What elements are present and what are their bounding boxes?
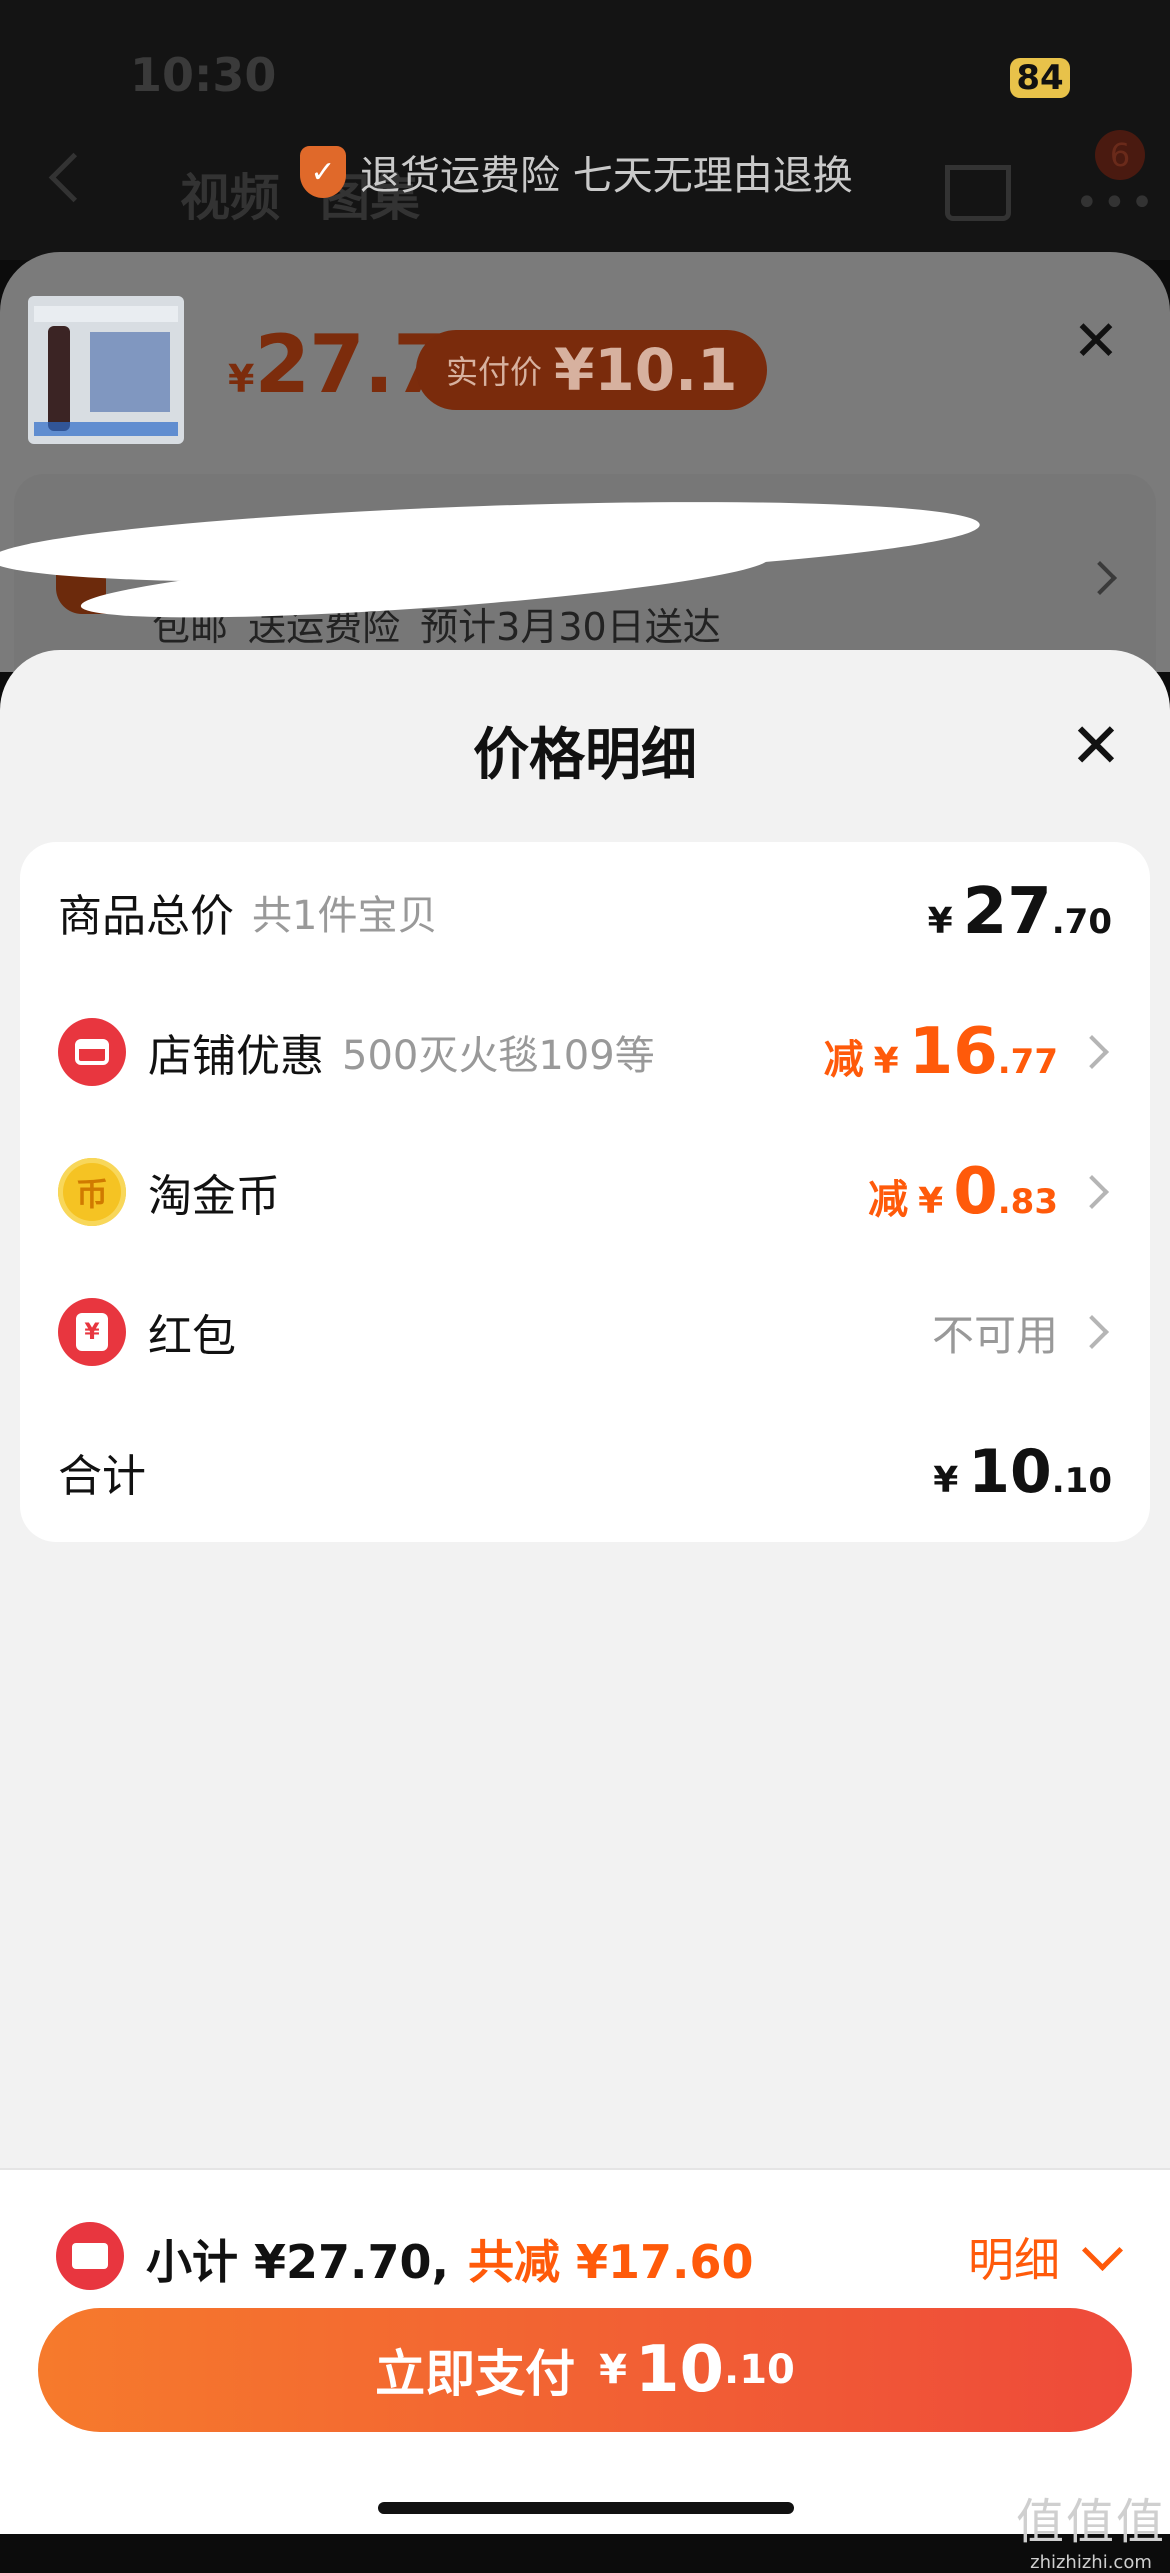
- close-icon[interactable]: ✕: [1066, 715, 1126, 777]
- pay-button-currency: ¥: [599, 2347, 627, 2393]
- red-packet-status: 不可用: [931, 1310, 1058, 1360]
- actual-pay-value: ¥10.1: [554, 336, 738, 404]
- thumbnail-footer: [34, 422, 178, 436]
- amount-decimal: .70: [1051, 902, 1112, 942]
- watermark-url: zhizhizhi.com: [1030, 2552, 1152, 2573]
- battery-indicator: 84: [1010, 58, 1070, 98]
- detail-link-label: 明细: [968, 2233, 1060, 2287]
- row-total-goods: 商品总价 共1件宝贝 ¥27.70: [20, 842, 1150, 982]
- pay-button-decimal: .10: [724, 2347, 795, 2393]
- pay-button-label: 立即支付: [375, 2345, 576, 2403]
- row-title: 店铺优惠: [148, 1031, 324, 1082]
- amount-integer: 0: [953, 1155, 998, 1229]
- currency-symbol: ¥: [873, 1041, 899, 1082]
- chevron-right-icon: [1075, 1035, 1109, 1069]
- more-icon[interactable]: •••: [1075, 180, 1158, 226]
- row-total: 合计 ¥10.10: [20, 1402, 1150, 1542]
- amount-decimal: .77: [997, 1042, 1058, 1082]
- row-red-packet[interactable]: ¥ 红包 不可用: [20, 1262, 1150, 1402]
- toast: ✓ 退货运费险 七天无理由退换: [300, 142, 853, 202]
- row-store-discount[interactable]: 店铺优惠 500灭火毯109等 减 ¥16.77: [20, 982, 1150, 1122]
- store-discount-amount: 减 ¥16.77: [824, 1015, 1058, 1089]
- row-title: 商品总价: [58, 891, 234, 942]
- store-icon: [58, 1018, 126, 1086]
- amount-decimal: .10: [1051, 1461, 1112, 1501]
- row-title: 合计: [58, 1451, 146, 1502]
- coupon-icon: [56, 2222, 124, 2290]
- row-taojinbi[interactable]: 币 淘金币 减 ¥0.83: [20, 1122, 1150, 1262]
- minus-label: 减: [823, 1037, 864, 1083]
- row-title: 红包: [148, 1311, 236, 1362]
- amount-integer: 27: [962, 875, 1052, 949]
- currency-symbol: ¥: [933, 1460, 959, 1501]
- product-thumbnail: [28, 296, 184, 444]
- product-price-currency: ¥: [228, 357, 255, 401]
- status-time: 10:30: [130, 48, 277, 102]
- thumbnail-header: [34, 306, 178, 322]
- currency-symbol: ¥: [927, 901, 953, 942]
- taojinbi-amount: 减 ¥0.83: [868, 1155, 1058, 1229]
- goods-total-amount: ¥27.70: [928, 875, 1112, 949]
- panel-title: 价格明细: [473, 723, 697, 788]
- subtotal-text: 小计 ¥27.70,: [146, 2235, 449, 2289]
- red-packet-icon: ¥: [58, 1298, 126, 1366]
- actual-pay-label: 实付价: [446, 353, 543, 391]
- toast-text: 退货运费险 七天无理由退换: [360, 153, 853, 199]
- row-subtitle: 500灭火毯109等: [342, 1033, 655, 1079]
- detail-toggle-button[interactable]: 明细: [968, 2224, 1124, 2290]
- minus-label: 减: [868, 1177, 909, 1223]
- checkout-bar: 小计 ¥27.70, 共减 ¥17.60 明细 立即支付 ¥ 10 .10 值值…: [0, 2168, 1170, 2573]
- shield-check-icon: ✓: [300, 146, 346, 198]
- saved-text: 共减 ¥17.60: [468, 2235, 754, 2289]
- watermark-logo: 值值值: [1016, 2494, 1167, 2550]
- price-detail-card: 商品总价 共1件宝贝 ¥27.70 店铺优惠 500灭火毯109等 减 ¥16.7…: [20, 842, 1150, 1542]
- row-title: 淘金币: [148, 1171, 280, 1222]
- amount-integer: 10: [968, 1437, 1052, 1507]
- actual-pay-pill: 实付价 ¥10.1: [416, 330, 768, 410]
- grand-total-amount: ¥10.10: [933, 1437, 1112, 1507]
- tab-video[interactable]: 视频: [180, 158, 280, 230]
- thumbnail-panel: [90, 332, 170, 412]
- cart-badge: 6: [1095, 130, 1145, 180]
- chevron-down-icon: [1081, 2229, 1124, 2271]
- currency-symbol: ¥: [918, 1181, 944, 1222]
- amount-integer: 16: [908, 1015, 998, 1089]
- watermark: 值值值 zhizhizhi.com: [1016, 2482, 1166, 2573]
- pay-now-button[interactable]: 立即支付 ¥ 10 .10: [38, 2308, 1132, 2432]
- pay-button-integer: 10: [634, 2333, 725, 2407]
- background-header: [0, 0, 1170, 260]
- amount-decimal: .83: [997, 1182, 1058, 1222]
- coin-icon: 币: [58, 1158, 126, 1226]
- cart-icon[interactable]: [945, 165, 1011, 221]
- row-subtitle: 共1件宝贝: [252, 893, 438, 939]
- chevron-right-icon: [1075, 1175, 1109, 1209]
- product-sheet-close-icon[interactable]: ✕: [1070, 314, 1122, 370]
- chevron-right-icon: [1075, 1315, 1109, 1349]
- home-indicator: [378, 2502, 794, 2514]
- product-price: ¥27.7: [228, 318, 449, 411]
- thumbnail-bottle: [48, 326, 70, 431]
